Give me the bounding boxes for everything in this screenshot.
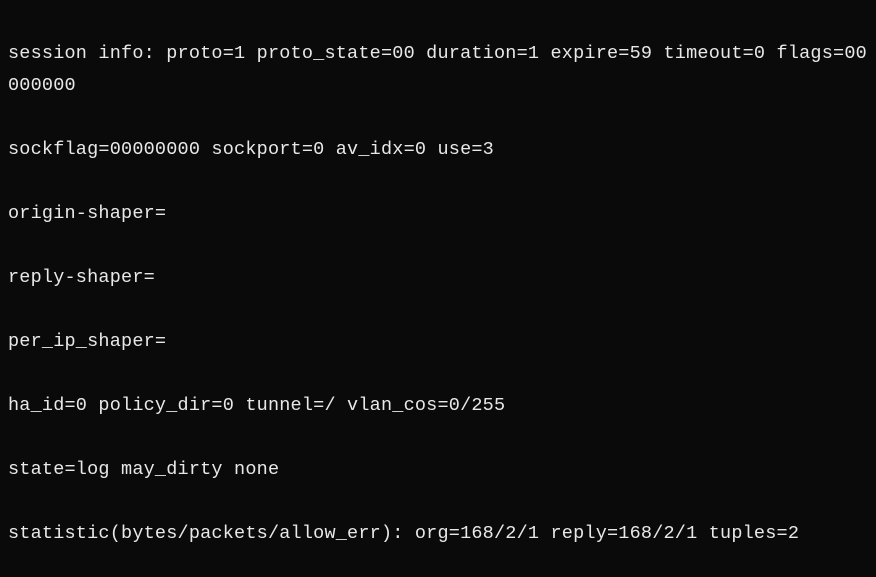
statistic-line: statistic(bytes/packets/allow_err): org=…: [8, 518, 868, 550]
state-line: state=log may_dirty none: [8, 454, 868, 486]
per-ip-shaper-line: per_ip_shaper=: [8, 326, 868, 358]
reply-shaper-line: reply-shaper=: [8, 262, 868, 294]
origin-shaper-line: origin-shaper=: [8, 198, 868, 230]
sockflag-line: sockflag=00000000 sockport=0 av_idx=0 us…: [8, 134, 868, 166]
terminal-output: session info: proto=1 proto_state=00 dur…: [0, 0, 876, 577]
ha-id-line: ha_id=0 policy_dir=0 tunnel=/ vlan_cos=0…: [8, 390, 868, 422]
session-info-line: session info: proto=1 proto_state=00 dur…: [8, 38, 868, 102]
